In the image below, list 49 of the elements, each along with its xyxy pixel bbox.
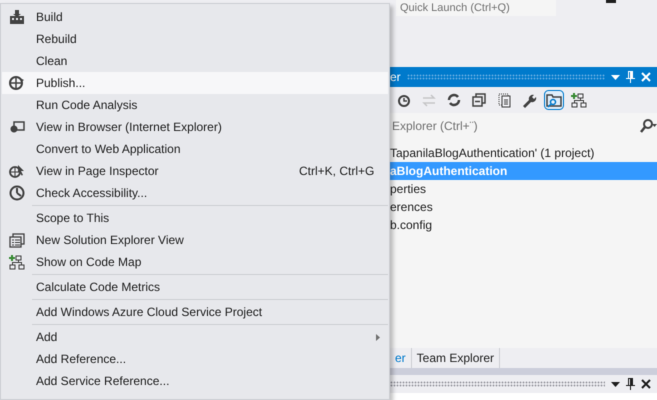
clock-icon xyxy=(396,92,412,108)
menu-item[interactable]: View in Browser (Internet Explorer) xyxy=(2,116,388,138)
menu-item[interactable]: Scope to This xyxy=(2,207,388,229)
toolbar-button[interactable] xyxy=(569,90,589,110)
menu-item[interactable]: Build xyxy=(2,6,388,28)
quick-launch-field[interactable]: Quick Launch (Ctrl+Q) xyxy=(396,0,556,16)
globe-cursor-icon xyxy=(9,163,25,179)
menu-item[interactable]: Add Service Reference... xyxy=(2,370,388,392)
menu-item[interactable]: Publish... xyxy=(2,72,388,94)
collapse-icon xyxy=(471,92,487,108)
close-icon xyxy=(641,72,651,82)
pin-icon xyxy=(626,71,635,83)
menu-item[interactable]: Calculate Code Metrics xyxy=(2,276,388,298)
tree-item[interactable]: b.config xyxy=(390,216,657,234)
menu-item[interactable]: Show on Code Map xyxy=(2,251,388,273)
menu-item[interactable]: Clean xyxy=(2,50,388,72)
menu-item[interactable]: View in Page Inspector Ctrl+K, Ctrl+G xyxy=(2,160,388,182)
swap-arrows-icon xyxy=(421,92,437,108)
panel-title: er xyxy=(390,69,401,86)
menu-item[interactable]: Convert to Web Application xyxy=(2,138,388,160)
tree-item[interactable]: erences xyxy=(390,198,657,216)
search-field[interactable]: Explorer (Ctrl+¨) xyxy=(390,117,639,135)
tree-item[interactable]: perties xyxy=(390,180,657,198)
close-icon xyxy=(641,379,651,389)
list-window-icon xyxy=(9,232,25,248)
code-map-icon xyxy=(571,92,587,108)
tree-item[interactable]: TapanilaBlogAuthentication' (1 project) xyxy=(390,144,657,162)
menu-item[interactable]: Check Accessibility... xyxy=(2,182,388,204)
menu-item[interactable]: New Solution Explorer View xyxy=(2,229,388,251)
folder-search-icon xyxy=(546,92,562,108)
menu-item[interactable]: Add xyxy=(2,326,388,348)
menu-item[interactable]: Run Code Analysis xyxy=(2,94,388,116)
toolbar-button[interactable] xyxy=(544,90,564,110)
files-icon xyxy=(496,92,512,108)
pin-icon xyxy=(626,378,635,390)
code-map-icon xyxy=(9,254,25,270)
dropdown-arrow-icon xyxy=(611,74,620,80)
menu-item[interactable]: Add Reference... xyxy=(2,348,388,370)
globe-icon xyxy=(9,75,25,91)
browser-window-icon xyxy=(9,119,25,135)
minimize-icon xyxy=(606,0,616,3)
shortcut-text: Ctrl+K, Ctrl+G xyxy=(299,163,374,180)
wrench-icon xyxy=(521,92,537,108)
search-icon xyxy=(639,119,657,133)
sync-icon xyxy=(446,92,462,108)
menu-item[interactable]: Rebuild xyxy=(2,28,388,50)
dropdown-arrow-icon xyxy=(611,382,620,386)
menu-item[interactable]: Add Windows Azure Cloud Service Project xyxy=(2,301,388,323)
build-icon xyxy=(9,9,25,25)
